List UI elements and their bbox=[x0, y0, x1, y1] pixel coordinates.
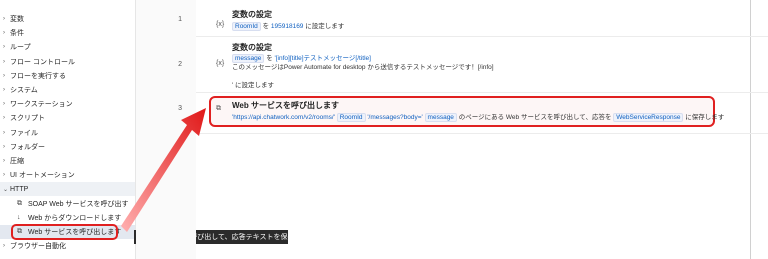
arrow-shape bbox=[121, 108, 206, 232]
annotation-arrow bbox=[121, 108, 206, 232]
